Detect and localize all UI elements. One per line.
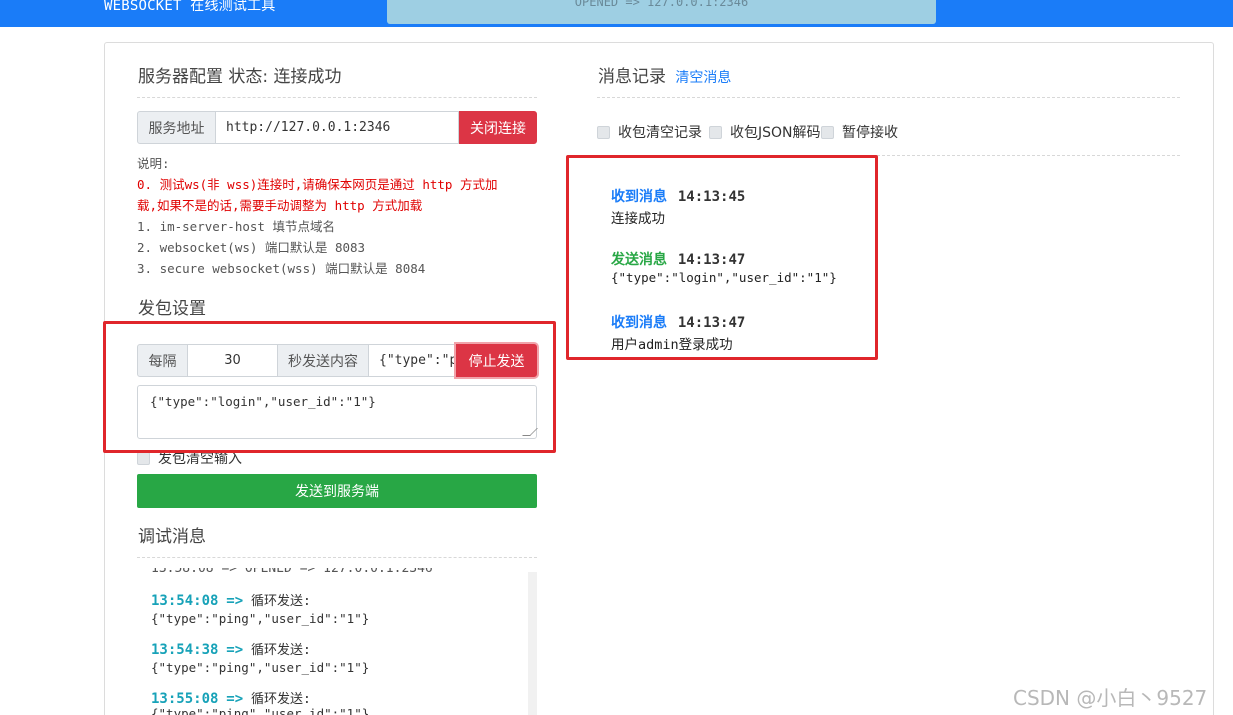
server-address-label: 服务地址 — [137, 111, 216, 144]
debug-entry-1: 13:54:08 => 循环发送: — [151, 590, 311, 609]
clear-messages-link[interactable]: 清空消息 — [675, 70, 731, 86]
debug-entry-2: 13:54:38 => 循环发送: — [151, 639, 311, 658]
packet-settings-title: 发包设置 — [138, 299, 206, 319]
debug-scrollbar[interactable] — [528, 572, 537, 715]
debug-time: 13:54:38 — [151, 642, 219, 658]
brand-title: WEBSOCKET 在线测试工具 — [104, 0, 276, 14]
clear-on-receive-label: 收包清空记录 — [618, 125, 702, 141]
server-address-group: 服务地址 http://127.0.0.1:2346 关闭连接 — [137, 111, 537, 144]
option-pause-receive[interactable]: 暂停接收 — [821, 122, 898, 142]
option-clear-on-receive[interactable]: 收包清空记录 — [597, 122, 702, 142]
pause-receive-label: 暂停接收 — [842, 125, 898, 141]
note-1: 1. im-server-host 填节点域名 — [137, 219, 335, 234]
note-3: 3. secure websocket(wss) 端口默认是 8084 — [137, 261, 426, 276]
debug-entry-2-body: {"type":"ping","user_id":"1"} — [151, 660, 370, 675]
divider — [137, 557, 537, 558]
message-log-title: 消息记录 清空消息 — [598, 62, 731, 87]
clear-input-checkbox[interactable] — [137, 451, 150, 465]
send-to-server-button[interactable]: 发送到服务端 — [137, 474, 537, 508]
debug-arrow: => — [226, 691, 244, 707]
debug-entry-3: 13:55:08 => 循环发送: — [151, 688, 311, 707]
message-log-title-text: 消息记录 — [598, 67, 666, 87]
debug-time: 13:55:08 — [151, 691, 219, 707]
top-navbar: WEBSOCKET 在线测试工具 OPENED => 127.0.0.1:234… — [0, 0, 1233, 27]
debug-title: 调试消息 — [138, 527, 206, 547]
note-2: 2. websocket(ws) 端口默认是 8083 — [137, 240, 366, 255]
debug-arrow: => — [226, 642, 244, 658]
clear-on-receive-checkbox[interactable] — [597, 125, 610, 139]
debug-label: 循环发送: — [250, 643, 311, 658]
connection-status-text: OPENED => 127.0.0.1:2346 — [574, 0, 749, 9]
debug-label: 循环发送: — [250, 692, 311, 707]
connection-status-banner: OPENED => 127.0.0.1:2346 — [387, 0, 936, 24]
watermark: CSDN @小白丶9527 — [1013, 686, 1208, 710]
notes-label: 说明: — [137, 156, 170, 171]
highlight-box-packet — [103, 321, 556, 453]
pause-receive-checkbox[interactable] — [821, 125, 834, 139]
option-json-decode[interactable]: 收包JSON解码 — [709, 122, 821, 142]
debug-time: 13:54:08 — [151, 593, 219, 609]
close-connection-button[interactable]: 关闭连接 — [459, 111, 537, 144]
note-0-line-2: 载,如果不是的话,需要手动调整为 http 方式加载 — [137, 198, 423, 213]
divider — [137, 97, 537, 98]
debug-entry-3-body: {"type":"ping","user_id":"1"} — [151, 706, 370, 715]
server-address-input[interactable]: http://127.0.0.1:2346 — [216, 111, 459, 144]
json-decode-label: 收包JSON解码 — [730, 125, 821, 141]
highlight-box-messages — [566, 155, 878, 360]
debug-label: 循环发送: — [250, 594, 311, 609]
debug-entry-1-body: {"type":"ping","user_id":"1"} — [151, 611, 370, 626]
note-0-line-1: 0. 测试ws(非 wss)连接时,请确保本网页是通过 http 方式加 — [137, 177, 498, 192]
debug-arrow: => — [226, 593, 244, 609]
json-decode-checkbox[interactable] — [709, 125, 722, 139]
server-config-title: 服务器配置 状态: 连接成功 — [138, 67, 342, 87]
divider — [597, 97, 1180, 98]
